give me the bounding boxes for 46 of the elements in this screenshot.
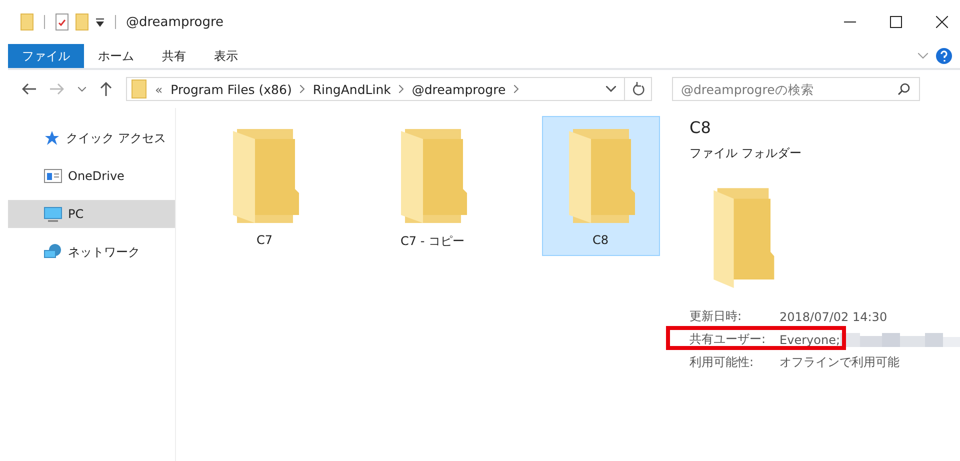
ribbon-tab[interactable]: ホーム: [84, 44, 148, 68]
property-value: 2018/07/02 14:30: [780, 310, 888, 324]
chevron-icon[interactable]: [398, 85, 404, 93]
star-icon: [44, 130, 60, 146]
folder-item[interactable]: C7: [206, 116, 324, 256]
folder-item[interactable]: C7 - コピー: [374, 116, 492, 256]
sidebar-item[interactable]: OneDrive: [8, 162, 175, 190]
breadcrumb[interactable]: @dreamprogre: [412, 82, 506, 96]
up-icon[interactable]: [100, 82, 112, 96]
network-icon: [44, 244, 62, 260]
ribbon-tab[interactable]: 表示: [200, 44, 252, 68]
search-icon[interactable]: [898, 83, 910, 95]
expand-ribbon-icon[interactable]: [918, 53, 928, 59]
sidebar-item[interactable]: ネットワーク: [8, 238, 175, 266]
sidebar-item[interactable]: クイック アクセス: [8, 124, 175, 152]
item-name: C8: [690, 118, 711, 137]
item-type: ファイル フォルダー: [690, 145, 802, 162]
monitor-icon: [44, 206, 62, 222]
search-field[interactable]: @dreamprogreの検索: [672, 77, 920, 101]
dropdown-caret-icon[interactable]: [606, 86, 616, 92]
ribbon-tab[interactable]: ファイル: [8, 44, 84, 68]
folder-icon: [131, 79, 147, 99]
close-icon[interactable]: [936, 16, 948, 28]
breadcrumb[interactable]: Program Files (x86): [170, 82, 292, 96]
property-value: オフラインで利用可能: [780, 354, 900, 371]
help-icon[interactable]: [936, 48, 952, 64]
folder-item[interactable]: C8: [542, 116, 660, 256]
ribbon-tab[interactable]: 共有: [148, 44, 200, 68]
recent-caret-icon[interactable]: [78, 86, 86, 92]
maximize-icon[interactable]: [890, 16, 902, 28]
refresh-icon[interactable]: [633, 82, 645, 96]
chevron-icon[interactable]: [300, 85, 305, 93]
chevron-icon[interactable]: [514, 85, 519, 93]
sidebar-item[interactable]: PC: [8, 200, 175, 228]
customize-caret-icon[interactable]: [95, 17, 105, 27]
back-icon[interactable]: [22, 83, 36, 95]
properties-icon[interactable]: [55, 13, 69, 31]
breadcrumb[interactable]: RingAndLink: [312, 82, 391, 96]
property-label: 更新日時:: [690, 308, 743, 325]
overflow-chevron[interactable]: «: [155, 82, 163, 96]
window-title: @dreamprogre: [126, 14, 224, 30]
window-panel-icon: [44, 169, 62, 183]
address-bar[interactable]: « Program Files (x86) RingAndLink @dreamprogre: [126, 77, 652, 101]
property-label: 共有ユーザー:: [690, 331, 767, 348]
property-value: Everyone;: [780, 332, 840, 346]
property-label: 利用可能性:: [690, 354, 755, 371]
